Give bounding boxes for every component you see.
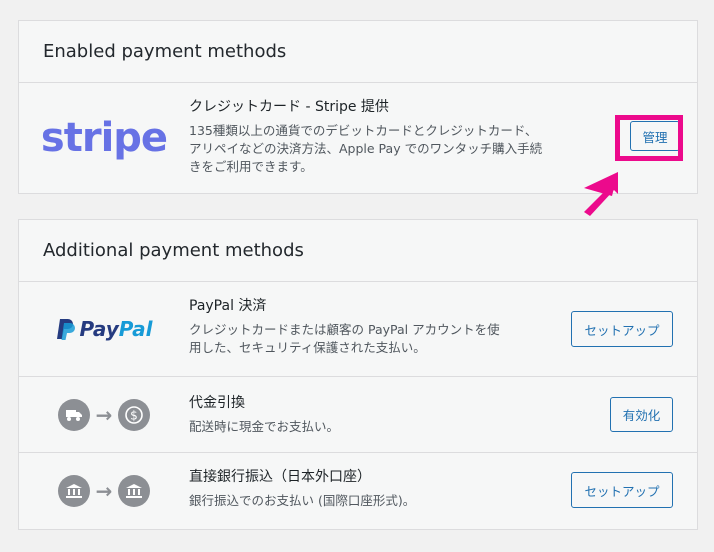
paypal-desc-line-1: クレジットカードまたは顧客の PayPal アカウントを使 (189, 322, 500, 337)
arrow-right-icon: → (95, 479, 113, 503)
bank-icon (118, 475, 151, 507)
bank-description: 銀行振込でのお支払い (国際口座形式)。 (189, 493, 416, 508)
stripe-desc-line-3: きをご利用できます。 (189, 159, 313, 174)
cod-text: 代金引換 配送時に現金でお支払い。 (189, 393, 559, 436)
truck-icon (57, 398, 90, 431)
paypal-logo-pal: Pal (118, 317, 153, 341)
svg-text:$: $ (131, 408, 139, 422)
paypal-text: PayPal 決済 クレジットカードまたは顧客の PayPal アカウントを使 … (189, 296, 559, 357)
additional-payment-methods-card: Additional payment methods PayPal PayPal… (18, 219, 698, 530)
paypal-desc-line-2: 用した、セキュリティ保護された支払い。 (189, 340, 426, 355)
cod-description: 配送時に現金でお支払い。 (189, 419, 340, 434)
stripe-description: 135種類以上の通貨でのデビットカードとクレジットカード、 アリペイなどの決済方… (189, 121, 559, 176)
dollar-icon: $ (118, 398, 151, 431)
bank-icon-flow: → (57, 475, 151, 507)
bank-text: 直接銀行振込（日本外口座） 銀行振込でのお支払い (国際口座形式)。 (189, 467, 559, 510)
cod-row: → $ 代金引換 配送時に現金でお支払い。 有効化 (19, 377, 697, 453)
bank-logo: → (19, 453, 189, 529)
paypal-p-icon (57, 319, 76, 340)
stripe-desc-line-2: アリペイなどの決済方法、Apple Pay でのワンタッチ購入手続 (189, 141, 543, 156)
stripe-logo: stripe (19, 83, 189, 193)
cod-icon-flow: → $ (57, 398, 151, 431)
stripe-text: クレジットカード - Stripe 提供 135種類以上の通貨でのデビットカード… (189, 97, 559, 176)
paypal-logo-pay: Pay (79, 317, 119, 341)
bank-row: → 直接銀行振込（日本外口座） 銀行振込でのお支払い (国際口座形式)。 セット… (19, 453, 697, 529)
paypal-title: PayPal 決済 (189, 298, 267, 314)
paypal-logo-group: PayPal (55, 317, 153, 341)
paypal-logo-text: PayPal (79, 317, 152, 341)
cod-title: 代金引換 (189, 395, 245, 411)
cod-logo: → $ (19, 377, 189, 452)
bank-title: 直接銀行振込（日本外口座） (189, 469, 371, 485)
stripe-logo-text: stripe (40, 115, 168, 161)
manage-button-highlight (615, 115, 683, 161)
paypal-description: クレジットカードまたは顧客の PayPal アカウントを使 用した、セキュリティ… (189, 320, 559, 357)
arrow-right-icon: → (95, 402, 113, 427)
cod-enable-button[interactable]: 有効化 (610, 397, 673, 432)
paypal-logo: PayPal (19, 282, 189, 376)
paypal-row: PayPal PayPal 決済 クレジットカードまたは顧客の PayPal ア… (19, 282, 697, 377)
stripe-desc-line-1: 135種類以上の通貨でのデビットカードとクレジットカード、 (189, 123, 538, 138)
enabled-payment-methods-heading: Enabled payment methods (19, 21, 697, 83)
stripe-title: クレジットカード - Stripe 提供 (189, 99, 389, 115)
pointer-arrow-icon (584, 172, 618, 216)
additional-payment-methods-heading: Additional payment methods (19, 220, 697, 282)
paypal-setup-button[interactable]: セットアップ (571, 311, 673, 347)
bank-setup-button[interactable]: セットアップ (571, 472, 673, 508)
bank-icon (57, 475, 90, 507)
